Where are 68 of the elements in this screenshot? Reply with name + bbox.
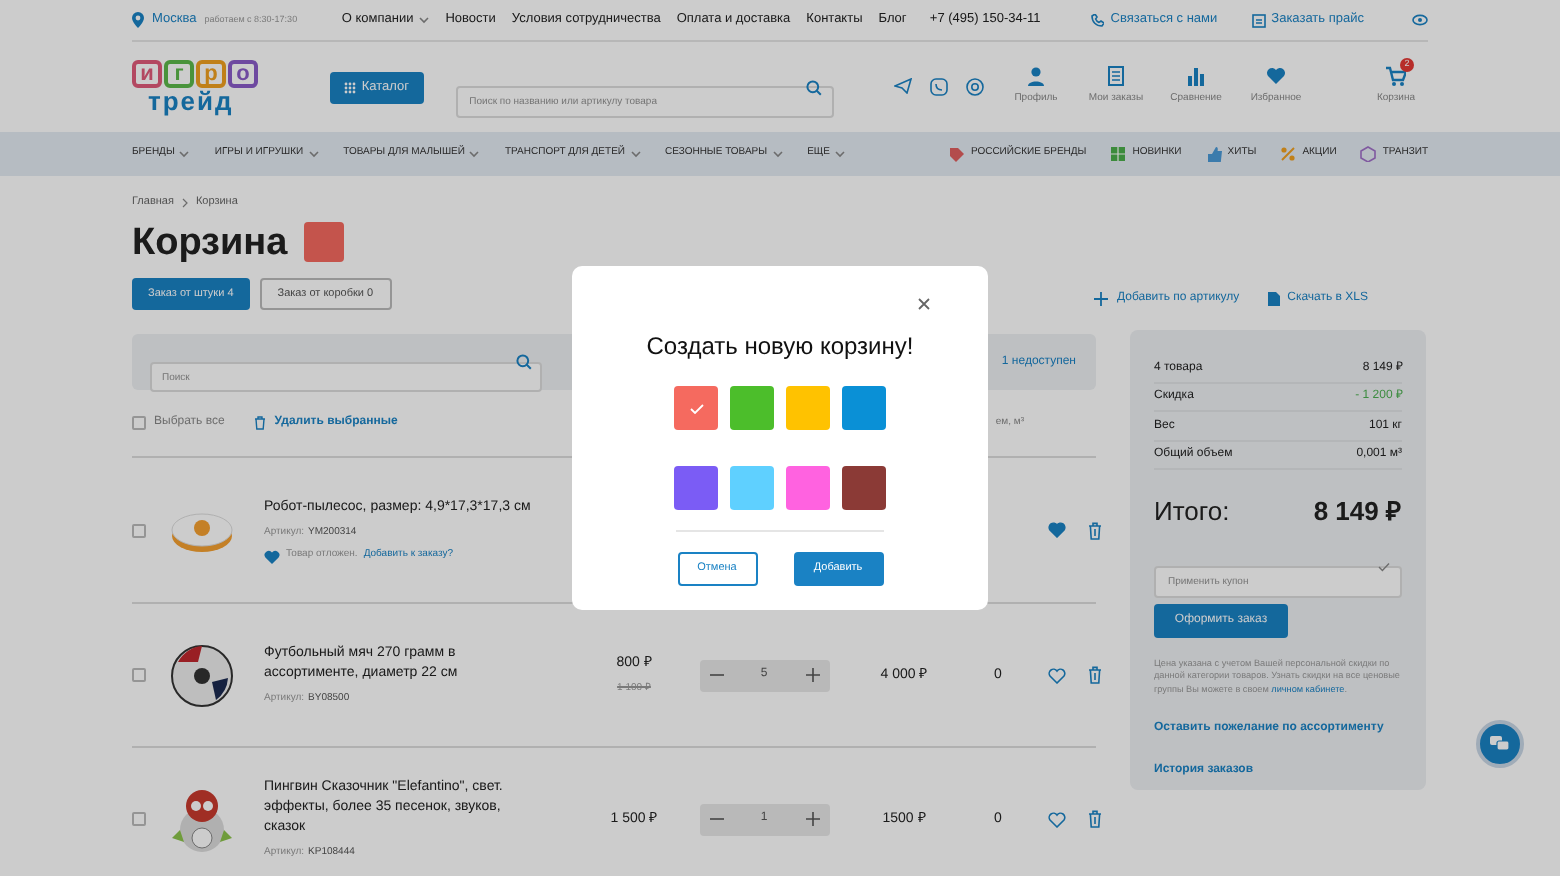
document-icon — [1251, 13, 1266, 27]
total-value: 8 149 ₽ — [1313, 494, 1402, 531]
heart-icon — [264, 549, 280, 564]
caret-icon — [833, 150, 846, 158]
heart-icon[interactable] — [1048, 667, 1066, 684]
chat-bubbles-icon — [1490, 736, 1510, 752]
logo-letter: р — [196, 60, 226, 88]
logo-letter: и — [132, 60, 162, 88]
caret-icon — [178, 150, 191, 158]
grid-icon — [343, 81, 356, 93]
bar-chart-icon — [1186, 66, 1206, 87]
heart-icon — [1266, 66, 1286, 87]
checkbox[interactable] — [132, 668, 146, 683]
chevron-right-icon — [181, 197, 188, 208]
caret-icon — [307, 150, 320, 158]
phone-icon — [1090, 13, 1105, 27]
toy-penguin-drawing — [168, 785, 236, 854]
logo-word: трейд — [146, 88, 236, 114]
percent-icon — [1280, 146, 1297, 162]
location-pin-icon — [132, 12, 144, 28]
color-swatch[interactable] — [842, 466, 886, 510]
document-icon — [1267, 292, 1280, 307]
list-icon — [1106, 66, 1126, 87]
cart-icon — [1386, 66, 1406, 87]
search-icon — [516, 354, 532, 371]
heart-icon[interactable] — [1048, 811, 1066, 828]
soccer-ball-drawing — [168, 641, 236, 710]
color-swatch[interactable] — [730, 466, 774, 510]
person-icon — [1026, 66, 1046, 87]
trash-icon[interactable] — [1088, 666, 1102, 685]
trash-icon — [254, 416, 267, 431]
paper-plane-icon[interactable] — [893, 78, 912, 94]
color-square — [303, 222, 344, 263]
check-icon[interactable] — [1378, 562, 1390, 573]
checkbox[interactable] — [132, 523, 146, 538]
tag-icon — [948, 146, 965, 162]
chat-button[interactable] — [1476, 720, 1524, 768]
close-icon[interactable] — [918, 298, 930, 310]
plus-icon[interactable] — [805, 812, 819, 827]
color-swatch[interactable] — [674, 466, 718, 510]
color-swatch[interactable] — [730, 386, 774, 430]
color-swatch[interactable] — [674, 386, 718, 430]
caret-icon — [417, 16, 430, 24]
plus-icon[interactable] — [805, 668, 819, 683]
trash-icon[interactable] — [1088, 521, 1102, 540]
caret-icon — [629, 150, 642, 158]
dialog-title: Создать новую корзину! — [646, 330, 914, 364]
filled-heart-icon[interactable] — [1048, 522, 1066, 539]
chat-bubble-icon[interactable] — [929, 78, 948, 96]
grid-square-icon — [1110, 146, 1127, 162]
checkbox[interactable] — [132, 416, 146, 431]
box-icon — [1360, 146, 1377, 162]
caret-icon — [468, 150, 481, 158]
page-title: Корзина — [132, 223, 288, 262]
checkbox[interactable] — [132, 812, 146, 827]
check-icon — [689, 403, 703, 413]
search-icon — [805, 79, 822, 95]
eye-icon[interactable] — [1412, 14, 1429, 26]
trash-icon[interactable] — [1088, 810, 1102, 829]
color-swatch[interactable] — [786, 386, 830, 430]
color-swatch[interactable] — [786, 466, 830, 510]
plus-icon — [1094, 292, 1109, 307]
total-label: Итого: — [1154, 494, 1230, 531]
thumbs-up-icon — [1205, 146, 1222, 162]
color-swatch[interactable] — [842, 386, 886, 430]
caret-icon — [771, 150, 784, 158]
logo-letter: г — [164, 60, 194, 88]
logo-letter: о — [228, 60, 258, 88]
